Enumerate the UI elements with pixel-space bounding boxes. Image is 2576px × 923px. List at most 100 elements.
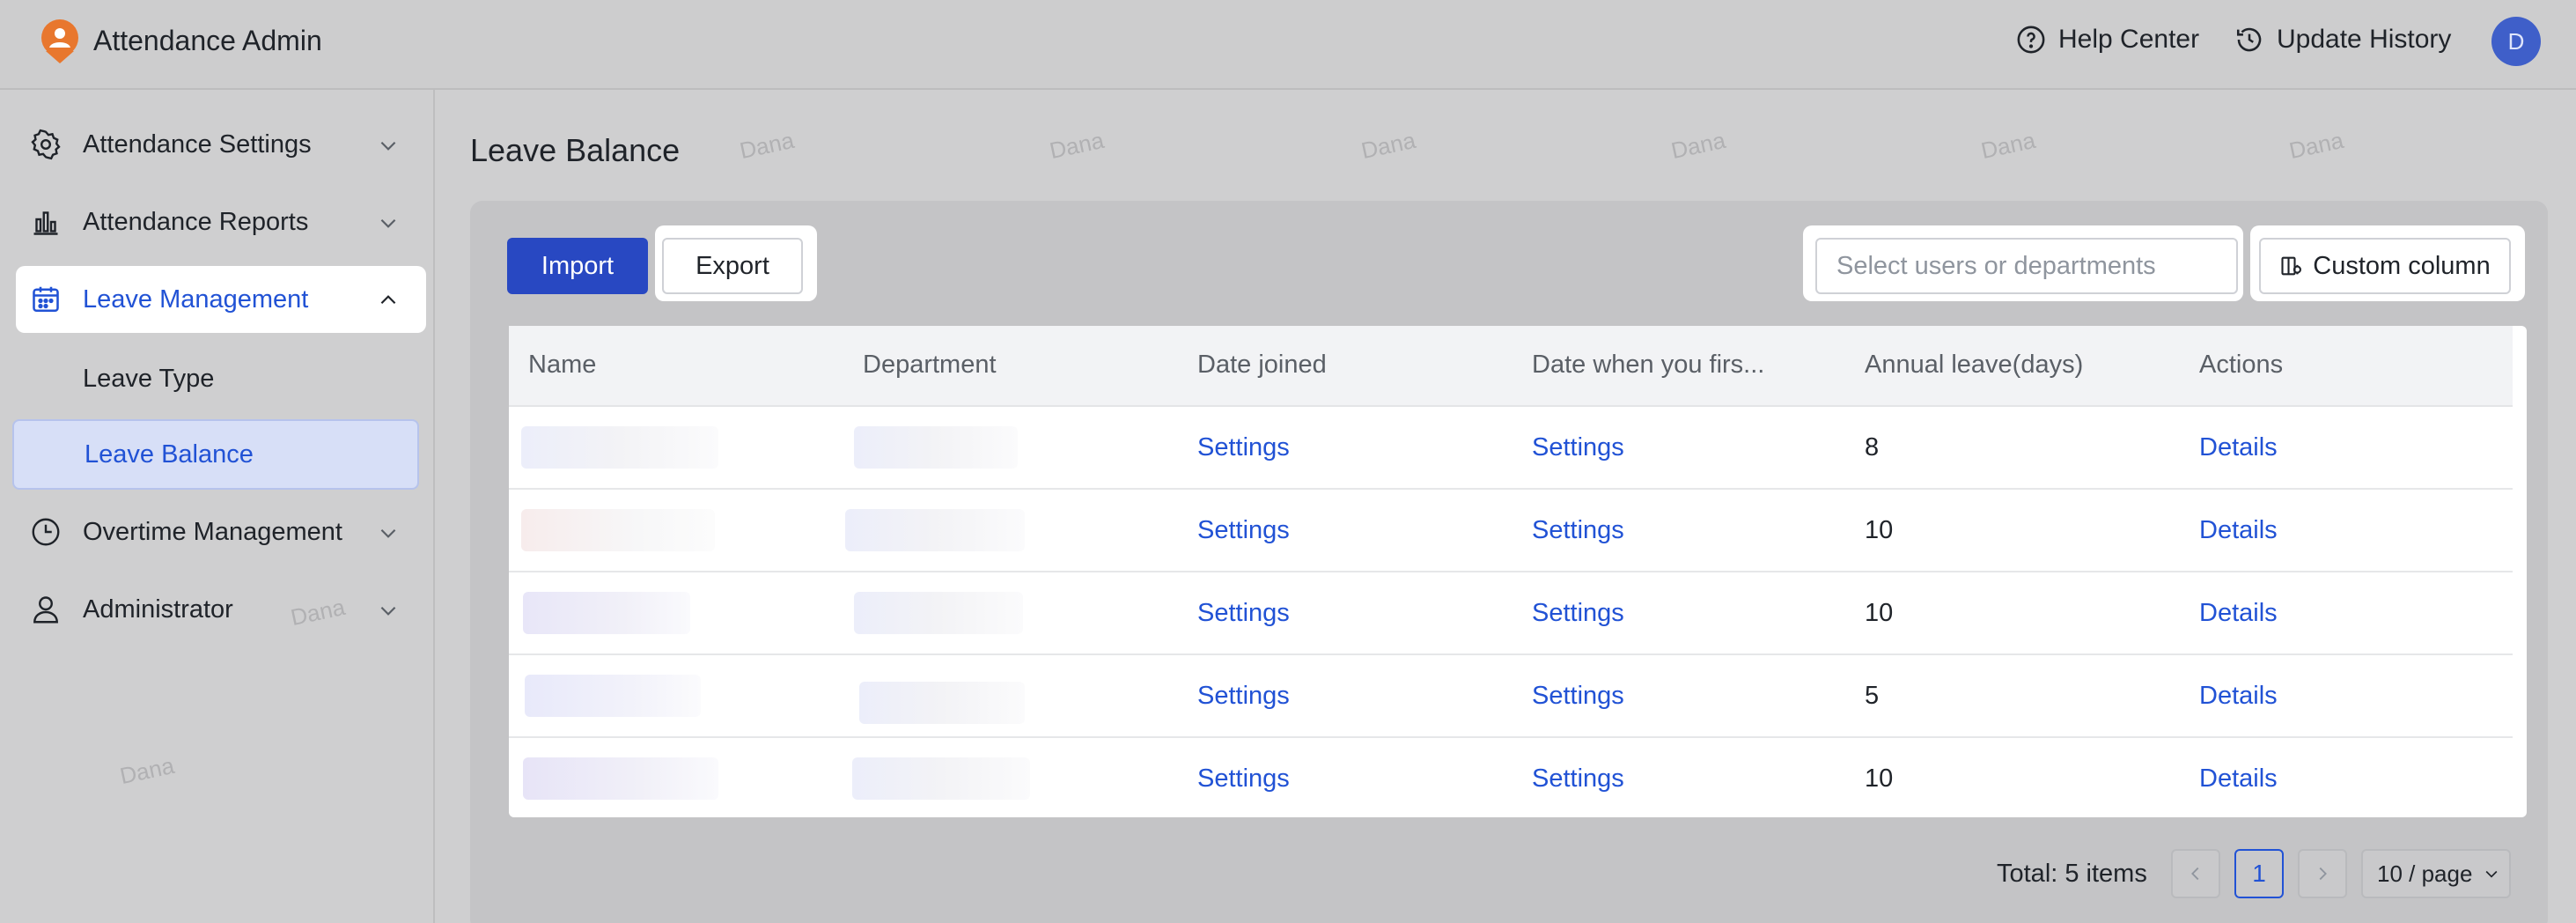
user-icon bbox=[33, 596, 58, 624]
blurred-department bbox=[854, 426, 1018, 469]
date-first-settings-link[interactable]: Settings bbox=[1532, 599, 1624, 628]
prev-page-button[interactable] bbox=[2171, 849, 2220, 898]
update-history-link[interactable]: Update History bbox=[2234, 25, 2451, 55]
table-header: Name Department Date joined Date when yo… bbox=[509, 326, 2513, 407]
chevron-right-icon bbox=[2319, 867, 2327, 881]
details-link[interactable]: Details bbox=[2199, 764, 2278, 794]
watermark: Dana bbox=[2286, 126, 2346, 165]
column-settings-icon bbox=[2281, 256, 2302, 276]
date-joined-settings-link[interactable]: Settings bbox=[1197, 764, 1290, 794]
details-link[interactable]: Details bbox=[2199, 433, 2278, 462]
page-button-current[interactable]: 1 bbox=[2234, 849, 2284, 898]
sidebar-item-overtime-management[interactable]: Overtime Management bbox=[16, 498, 426, 565]
chevron-down-icon bbox=[380, 606, 396, 616]
user-avatar[interactable]: D bbox=[2491, 17, 2541, 66]
table-row: Settings Settings 10 Details bbox=[509, 572, 2513, 655]
sidebar-item-attendance-reports[interactable]: Attendance Reports bbox=[16, 188, 426, 255]
table-row: Settings Settings 10 Details bbox=[509, 490, 2513, 572]
chevron-down-icon bbox=[380, 141, 396, 151]
update-history-label: Update History bbox=[2277, 25, 2452, 54]
chevron-up-icon bbox=[380, 295, 396, 305]
date-first-settings-link[interactable]: Settings bbox=[1532, 682, 1624, 711]
table-row: Settings Settings 5 Details bbox=[509, 655, 2513, 738]
table-row: Settings Settings 8 Details bbox=[509, 407, 2513, 490]
page-size-select[interactable]: 10 / page bbox=[2361, 849, 2511, 898]
sidebar: Attendance Settings Attendance Reports L… bbox=[0, 90, 435, 923]
column-header-annual-leave: Annual leave(days) bbox=[1865, 351, 2084, 379]
sidebar-item-label: Administrator bbox=[83, 594, 233, 624]
chevron-down-icon bbox=[380, 218, 396, 228]
custom-column-label: Custom column bbox=[2313, 251, 2491, 280]
blurred-name bbox=[521, 509, 715, 551]
column-header-name: Name bbox=[528, 351, 597, 379]
date-joined-settings-link[interactable]: Settings bbox=[1197, 433, 1290, 462]
annual-leave-value: 10 bbox=[1865, 516, 1894, 544]
sidebar-item-label: Attendance Reports bbox=[83, 207, 309, 236]
blurred-name bbox=[525, 675, 701, 717]
blurred-department bbox=[852, 757, 1030, 800]
column-header-department: Department bbox=[863, 351, 997, 379]
details-link[interactable]: Details bbox=[2199, 682, 2278, 711]
help-center-link[interactable]: Help Center bbox=[2016, 25, 2199, 55]
column-header-actions: Actions bbox=[2199, 351, 2284, 379]
blurred-name bbox=[523, 592, 690, 634]
date-first-settings-link[interactable]: Settings bbox=[1532, 764, 1624, 794]
sidebar-item-leave-management[interactable]: Leave Management bbox=[16, 266, 426, 333]
watermark: Dana bbox=[1358, 126, 1418, 165]
sidebar-item-attendance-settings[interactable]: Attendance Settings bbox=[16, 111, 426, 178]
page-title: Leave Balance bbox=[470, 132, 681, 168]
watermark: Dana bbox=[1668, 126, 1728, 165]
clock-icon bbox=[32, 518, 60, 546]
calendar-icon bbox=[33, 286, 59, 313]
app-title: Attendance Admin bbox=[93, 25, 322, 56]
help-center-label: Help Center bbox=[2058, 25, 2200, 54]
watermark: Dana bbox=[1047, 126, 1107, 165]
next-page-button[interactable] bbox=[2298, 849, 2347, 898]
app-logo-icon bbox=[41, 19, 78, 63]
chevron-down-icon bbox=[380, 528, 396, 538]
date-first-settings-link[interactable]: Settings bbox=[1532, 433, 1624, 462]
blurred-department bbox=[859, 682, 1025, 724]
page-size-value: 10 / page bbox=[2377, 860, 2473, 887]
sidebar-subitem-leave-balance[interactable]: Leave Balance bbox=[12, 419, 419, 490]
watermark: Dana bbox=[1978, 126, 2038, 165]
annual-leave-value: 5 bbox=[1865, 682, 1880, 710]
chevron-left-icon bbox=[2191, 867, 2199, 881]
column-header-date-first: Date when you firs... bbox=[1532, 351, 1765, 379]
blurred-department bbox=[845, 509, 1025, 551]
sidebar-item-administrator[interactable]: Administrator bbox=[16, 576, 426, 643]
sidebar-item-label: Overtime Management bbox=[83, 517, 342, 546]
sidebar-subitem-label: Leave Type bbox=[83, 364, 215, 393]
blurred-name bbox=[523, 757, 718, 800]
import-button[interactable]: Import bbox=[507, 238, 648, 294]
top-header: Attendance Admin Help Center Update Hist… bbox=[0, 0, 2576, 90]
blurred-name bbox=[521, 426, 718, 469]
table-row: Settings Settings 10 Details bbox=[509, 738, 2513, 821]
question-circle-icon bbox=[2017, 26, 2045, 54]
bar-chart-icon bbox=[33, 211, 58, 235]
pagination-total: Total: 5 items bbox=[1997, 860, 2147, 888]
gear-icon bbox=[31, 129, 61, 160]
sidebar-item-label: Leave Management bbox=[83, 284, 309, 314]
leave-balance-table: Name Department Date joined Date when yo… bbox=[509, 326, 2527, 817]
sidebar-item-label: Attendance Settings bbox=[83, 129, 312, 159]
history-icon bbox=[2236, 27, 2262, 52]
date-joined-settings-link[interactable]: Settings bbox=[1197, 516, 1290, 545]
custom-column-button[interactable]: Custom column bbox=[2259, 238, 2511, 294]
select-users-input[interactable]: Select users or departments bbox=[1815, 238, 2238, 294]
annual-leave-value: 10 bbox=[1865, 764, 1894, 793]
sidebar-subitem-leave-type[interactable]: Leave Type bbox=[12, 343, 419, 414]
annual-leave-value: 8 bbox=[1865, 433, 1880, 462]
watermark: Dana bbox=[737, 126, 797, 165]
sidebar-subitem-label: Leave Balance bbox=[85, 439, 254, 469]
date-joined-settings-link[interactable]: Settings bbox=[1197, 682, 1290, 711]
chevron-down-icon bbox=[2486, 870, 2498, 878]
details-link[interactable]: Details bbox=[2199, 599, 2278, 628]
column-header-date-joined: Date joined bbox=[1197, 351, 1327, 379]
date-first-settings-link[interactable]: Settings bbox=[1532, 516, 1624, 545]
date-joined-settings-link[interactable]: Settings bbox=[1197, 599, 1290, 628]
details-link[interactable]: Details bbox=[2199, 516, 2278, 545]
annual-leave-value: 10 bbox=[1865, 599, 1894, 627]
export-button[interactable]: Export bbox=[662, 238, 803, 294]
blurred-department bbox=[854, 592, 1023, 634]
